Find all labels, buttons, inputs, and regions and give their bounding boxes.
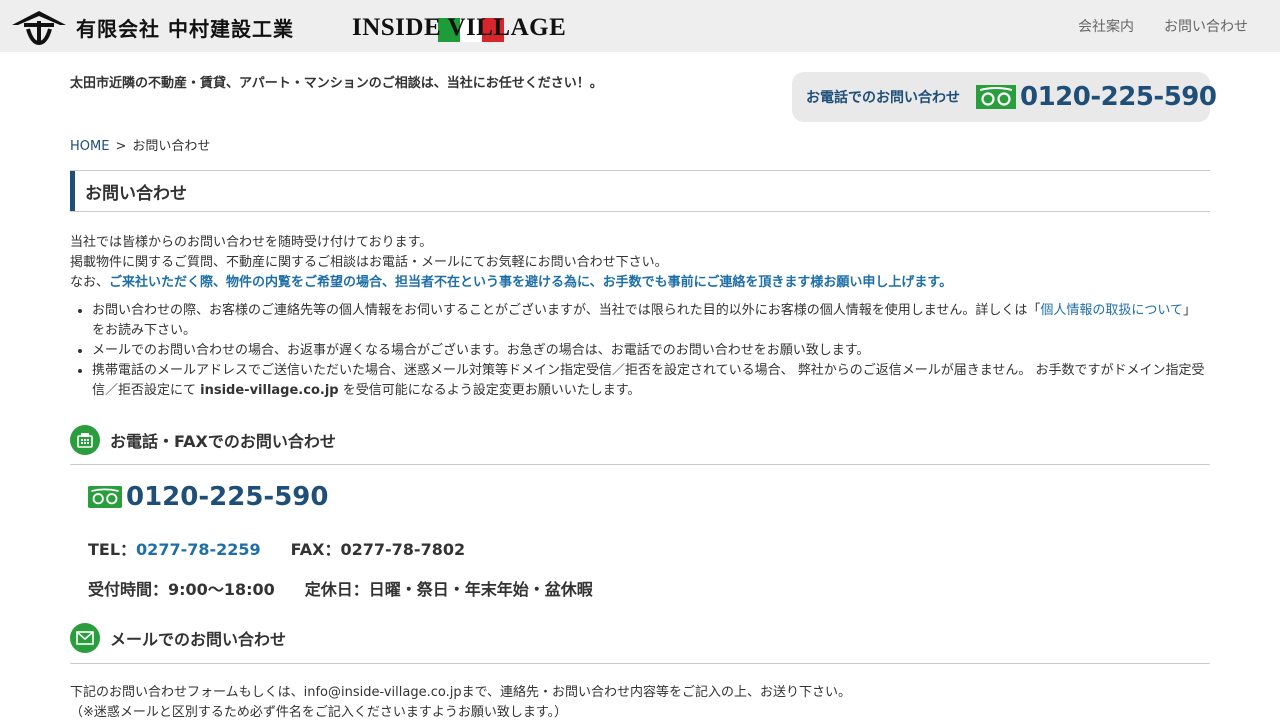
nav-contact[interactable]: お問い合わせ xyxy=(1164,16,1248,36)
fax-number: 0277-78-7802 xyxy=(340,540,466,559)
free-dial-number-text: 0120-225-590 xyxy=(126,482,329,512)
page-title: お問い合わせ xyxy=(70,171,187,211)
divider xyxy=(70,211,1210,212)
hours-value: 9:00～18:00 xyxy=(168,580,275,599)
list-item: お問い合わせの際、お客様のご連絡先等の個人情報をお伺いすることがございますが、当… xyxy=(92,301,1207,341)
mail-icon xyxy=(70,623,100,653)
intro-line: なお、ご来社いただく際、物件の内覧をご希望の場合、担当者不在という事を避ける為に… xyxy=(70,273,1210,293)
note-text: お問い合わせの際、お客様のご連絡先等の個人情報をお伺いすることがございますが、当… xyxy=(92,303,1041,318)
header-phone-box[interactable]: お電話でのお問い合わせ 0120-225-590 xyxy=(792,72,1217,122)
mail-intro-text: 下記のお問い合わせフォームもしくは、info@inside-village.co… xyxy=(70,683,851,723)
intro-line: 掲載物件に関するご質問、不動産に関するご相談はお電話・メールにてお気軽にお問い合… xyxy=(70,255,668,270)
breadcrumb-current: お問い合わせ xyxy=(132,139,211,154)
notes-list: お問い合わせの際、お客様のご連絡先等の個人情報をお伺いすることがございますが、当… xyxy=(92,301,1207,401)
list-item: メールでのお問い合わせの場合、お返事が遅くなる場合がございます。お急ぎの場合は、… xyxy=(92,341,1207,361)
phone-fax-icon xyxy=(70,425,100,455)
tel-number[interactable]: 0277-78-2259 xyxy=(136,540,261,559)
free-dial-icon xyxy=(88,486,122,508)
divider xyxy=(70,170,1210,171)
holiday-label: 定休日： xyxy=(304,580,369,599)
mail-section-header: メールでのお問い合わせ xyxy=(70,622,286,654)
free-dial-icon xyxy=(976,85,1016,109)
company-name: 有限会社 中村建設工業 xyxy=(76,16,294,41)
list-item: 携帯電話のメールアドレスでご送信いただいた場合、迷惑メール対策等ドメイン指定受信… xyxy=(92,361,1207,401)
mail-intro-line: 下記のお問い合わせフォームもしくは、info@inside-village.co… xyxy=(70,685,852,700)
company-logo[interactable]: 有限会社 中村建設工業 xyxy=(10,8,294,46)
breadcrumb-separator: > xyxy=(115,139,127,154)
divider xyxy=(70,464,1210,465)
intro-prefix: なお、 xyxy=(70,275,110,290)
intro-text: 当社では皆様からのお問い合わせを随時受け付けております。 掲載物件に関するご質問… xyxy=(70,233,1210,293)
nav-company-info[interactable]: 会社案内 xyxy=(1078,16,1134,36)
breadcrumb-home[interactable]: HOME xyxy=(70,139,109,154)
breadcrumb: HOME > お問い合わせ xyxy=(70,135,210,154)
global-nav: 会社案内 お問い合わせ xyxy=(1078,16,1248,36)
intro-emphasis: ご来社いただく際、物件の内覧をご希望の場合、担当者不在という事を避ける為に、お手… xyxy=(109,275,953,290)
fax-label: FAX： xyxy=(290,540,341,559)
privacy-policy-link[interactable]: 個人情報の取扱について xyxy=(1040,303,1183,318)
free-dial-number[interactable]: 0120-225-590 xyxy=(88,482,329,512)
intro-line: 当社では皆様からのお問い合わせを随時受け付けております。 xyxy=(70,235,433,250)
note-text: を受信可能になるよう設定変更お願いいたします。 xyxy=(338,383,641,398)
section-title: メールでのお問い合わせ xyxy=(110,630,287,649)
hours-label: 受付時間： xyxy=(88,580,169,599)
tel-label: TEL： xyxy=(88,540,137,559)
business-hours-line: 受付時間：9:00～18:00 定休日：日曜・祭日・年末年始・盆休暇 xyxy=(88,576,593,600)
holiday-value: 日曜・祭日・年末年始・盆休暇 xyxy=(368,580,593,599)
mail-intro-line: （※迷惑メールと区別するため必ず件名をご記入くださいますようお願い致します。） xyxy=(70,705,568,720)
brand-name: INSIDE VILLAGE xyxy=(352,14,567,41)
tel-fax-line: TEL：0277-78-2259 FAX：0277-78-7802 xyxy=(88,536,465,560)
section-title: お電話・FAXでのお問い合わせ xyxy=(110,432,336,451)
company-emblem-icon xyxy=(12,11,66,45)
divider xyxy=(70,663,1210,664)
site-tagline: 太田市近隣の不動産・賃貸、アパート・マンションのご相談は、当社にお任せください！… xyxy=(70,76,603,91)
brand-logo[interactable]: INSIDE VILLAGE xyxy=(352,14,566,44)
site-header: 有限会社 中村建設工業 INSIDE VILLAGE 会社案内 お問い合わせ xyxy=(0,0,1280,52)
phone-box-label: お電話でのお問い合わせ xyxy=(806,90,960,106)
phone-box-number: 0120-225-590 xyxy=(1020,82,1217,112)
domain-name: inside-village.co.jp xyxy=(200,383,339,398)
phone-section-header: お電話・FAXでのお問い合わせ xyxy=(70,424,336,456)
